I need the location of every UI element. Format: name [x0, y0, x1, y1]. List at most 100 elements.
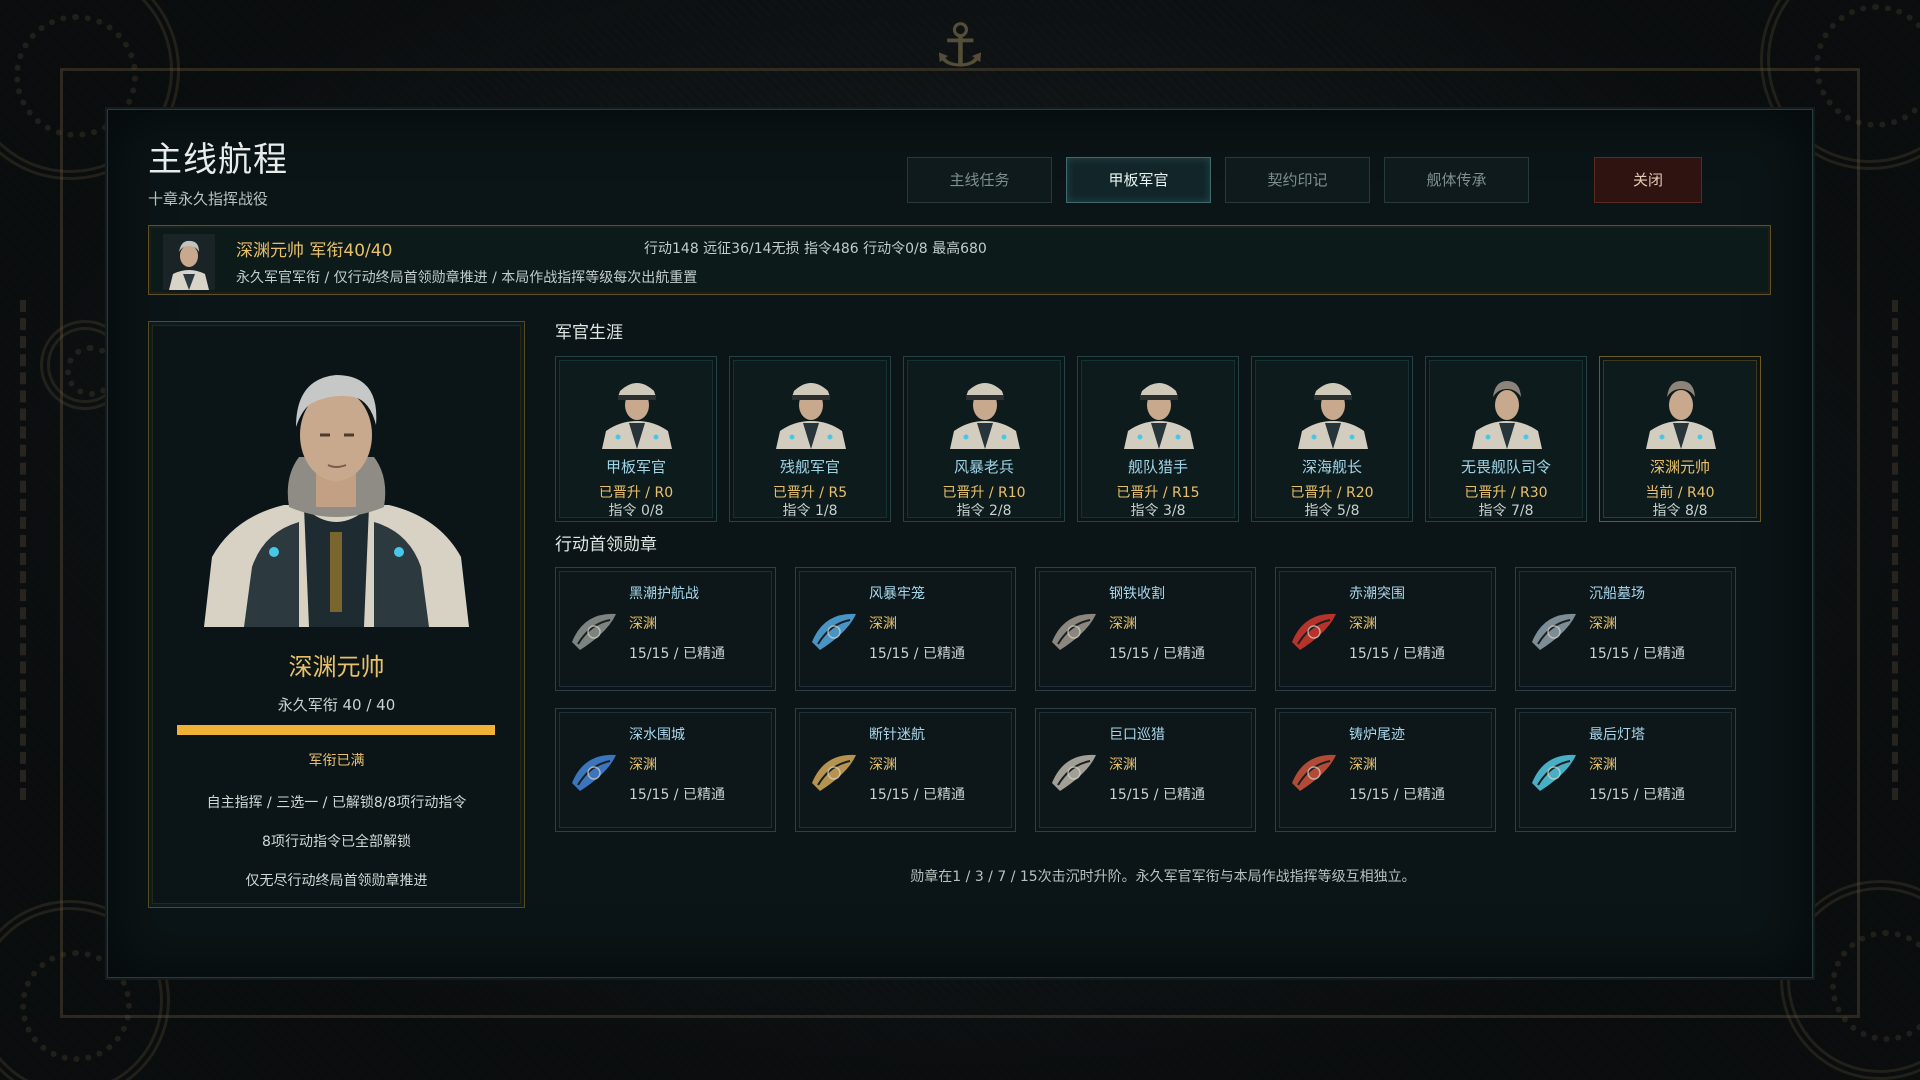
medal-name: 断针迷航 [869, 727, 925, 743]
giant-maw-icon [1052, 754, 1096, 791]
career-status: 已晋升 / R0 [598, 485, 674, 501]
background-rope [1892, 300, 1898, 800]
anchor-icon: ⚓ [933, 11, 987, 81]
medal-card[interactable]: 黑潮护航战深渊 15/15 / 已精通 [555, 567, 776, 691]
career-name: 深渊元帅 [1649, 458, 1710, 476]
tab-main-quest[interactable]: 主线任务 [907, 157, 1052, 203]
medal-tier: 深渊 [629, 616, 657, 632]
rank-max-label: 军衔已满 [308, 753, 365, 769]
medal-progress: 15/15 / 已精通 [1589, 646, 1685, 662]
medal-name: 铸炉尾迹 [1349, 727, 1405, 743]
career-card[interactable]: 风暴老兵 已晋升 / R10 指令 2/8 [903, 356, 1065, 522]
medal-progress: 15/15 / 已精通 [1589, 787, 1685, 803]
medal-name: 最后灯塔 [1589, 727, 1645, 743]
deep-siege-icon [572, 754, 616, 791]
career-card[interactable]: 残舰军官 已晋升 / R5 指令 1/8 [729, 356, 891, 522]
officer-stats: 行动148 远征36/14无损 指令486 行动令0/8 最高680 [644, 241, 987, 257]
career-status: 已晋升 / R15 [1116, 485, 1200, 501]
career-name: 深海舰长 [1301, 458, 1362, 476]
career-commands: 指令 0/8 [608, 503, 664, 519]
career-name: 风暴老兵 [953, 458, 1014, 476]
career-card[interactable]: 舰队猎手已晋升 / R15 指令 3/8 [1077, 356, 1239, 522]
officer-card-name: 深渊元帅 [288, 653, 385, 681]
rank-progress-bar [177, 725, 495, 735]
medal-card[interactable]: 风暴牢笼 深渊 15/15 / 已精通 [795, 567, 1016, 691]
medal-name: 黑潮护航战 [629, 586, 699, 602]
tab-contract-mark[interactable]: 契约印记 [1225, 157, 1370, 203]
medal-name: 沉船墓场 [1589, 586, 1645, 602]
medal-card[interactable]: 断针迷航深渊 15/15 / 已精通 [795, 708, 1016, 832]
background-rope [20, 300, 26, 800]
medals-section-title: 行动首领勋章 [555, 535, 657, 555]
medal-card[interactable]: 巨口巡猎深渊 15/15 / 已精通 [1035, 708, 1256, 832]
medal-card[interactable]: 钢铁收割深渊 15/15 / 已精通 [1035, 567, 1256, 691]
career-commands: 指令 7/8 [1478, 503, 1534, 519]
medal-progress: 15/15 / 已精通 [869, 787, 965, 803]
medal-card[interactable]: 赤潮突围深渊 15/15 / 已精通 [1275, 567, 1496, 691]
officer-name-rank: 深渊元帅 军衔40/40 [236, 241, 393, 261]
medal-tier: 深渊 [1349, 616, 1377, 632]
career-name: 残舰军官 [779, 458, 840, 476]
career-commands: 指令 2/8 [956, 503, 1012, 519]
steel-reaper-icon [1052, 613, 1096, 650]
medal-name: 深水围城 [629, 727, 685, 743]
career-portrait [602, 383, 672, 449]
medal-progress: 15/15 / 已精通 [1109, 787, 1205, 803]
medal-card[interactable]: 沉船墓场 深渊 15/15 / 已精通 [1515, 567, 1736, 691]
medal-progress: 15/15 / 已精通 [869, 646, 965, 662]
medal-progress: 15/15 / 已精通 [629, 787, 725, 803]
medal-progress: 15/15 / 已精通 [1349, 787, 1445, 803]
officer-card-rank: 永久军衔 40 / 40 [277, 696, 396, 714]
career-commands: 指令 8/8 [1652, 503, 1708, 519]
career-status: 已晋升 / R30 [1464, 485, 1548, 501]
career-commands: 指令 3/8 [1130, 503, 1186, 519]
medal-tier: 深渊 [1349, 757, 1377, 773]
storm-cage-icon [812, 613, 856, 650]
career-card[interactable]: 甲板军官 已晋升 / R0 指令 0/8 [555, 356, 717, 522]
tab-deck-officer[interactable]: 甲板军官 [1066, 157, 1211, 203]
career-portrait [1646, 381, 1716, 449]
career-commands: 指令 5/8 [1304, 503, 1360, 519]
medal-progress: 15/15 / 已精通 [1349, 646, 1445, 662]
medal-card[interactable]: 最后灯塔深渊 15/15 / 已精通 [1515, 708, 1736, 832]
medal-tier: 深渊 [869, 757, 897, 773]
career-name: 无畏舰队司令 [1460, 458, 1551, 476]
officer-card: 深渊元帅 永久军衔 40 / 40 军衔已满 自主指挥 / 三选一 / 已解锁8… [148, 321, 525, 908]
career-card[interactable]: 无畏舰队司令 已晋升 / R30 指令 7/8 [1425, 356, 1587, 522]
career-portrait [1124, 383, 1194, 449]
red-tide-icon [1292, 613, 1336, 650]
wreck-graveyard-icon [1532, 613, 1576, 650]
officer-avatar [163, 234, 215, 290]
footnote: 勋章在1 / 3 / 7 / 15次击沉时升阶。永久军官军衔与本局作战指挥等级互… [910, 869, 1416, 885]
forge-wake-icon [1292, 754, 1336, 791]
medal-name: 钢铁收割 [1109, 586, 1165, 602]
rank-progress-fill [177, 725, 495, 735]
broken-compass-icon [812, 754, 856, 791]
officer-portrait [204, 357, 469, 627]
page-subtitle: 十章永久指挥战役 [148, 190, 269, 208]
officer-info-bar: 深渊元帅 军衔40/40 行动148 远征36/14无损 指令486 行动令0/… [148, 225, 1771, 295]
career-name: 舰队猎手 [1127, 458, 1188, 476]
dark-blade-icon [572, 613, 616, 650]
career-status: 已晋升 / R5 [772, 485, 848, 501]
medal-tier: 深渊 [1109, 757, 1137, 773]
medal-tier: 深渊 [1589, 757, 1617, 773]
career-section-title: 军官生涯 [555, 323, 623, 343]
medal-name: 赤潮突围 [1349, 586, 1405, 602]
medal-progress: 15/15 / 已精通 [629, 646, 725, 662]
career-card[interactable]: 深海舰长已晋升 / R20 指令 5/8 [1251, 356, 1413, 522]
tab-hull-legacy[interactable]: 舰体传承 [1384, 157, 1529, 203]
officer-card-line-3: 仅无尽行动终局首领勋章推进 [245, 873, 428, 889]
page-title: 主线航程 [148, 140, 288, 180]
career-portrait [1298, 383, 1368, 449]
medal-card[interactable]: 铸炉尾迹深渊 15/15 / 已精通 [1275, 708, 1496, 832]
medal-name: 巨口巡猎 [1109, 727, 1165, 743]
officer-description: 永久军官军衔 / 仅行动终局首领勋章推进 / 本局作战指挥等级每次出航重置 [236, 270, 698, 286]
career-card[interactable]: 深渊元帅 当前 / R40 指令 8/8 [1599, 356, 1761, 522]
medal-card[interactable]: 深水围城 深渊 15/15 / 已精通 [555, 708, 776, 832]
close-button[interactable]: 关闭 [1594, 157, 1702, 203]
career-status: 已晋升 / R20 [1290, 485, 1374, 501]
medal-progress: 15/15 / 已精通 [1109, 646, 1205, 662]
career-portrait [776, 383, 846, 449]
medal-tier: 深渊 [1109, 616, 1137, 632]
